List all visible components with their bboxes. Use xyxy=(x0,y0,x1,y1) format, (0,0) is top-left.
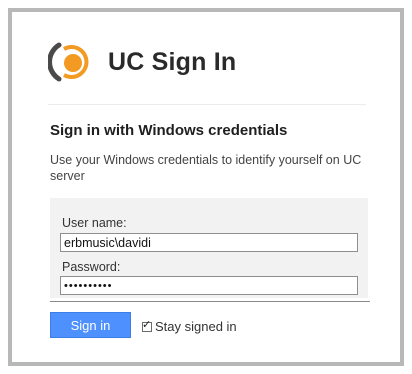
section-heading: Sign in with Windows credentials xyxy=(50,122,288,139)
sign-in-button[interactable]: Sign in xyxy=(50,312,131,338)
sign-in-dialog: UC Sign In Sign in with Windows credenti… xyxy=(8,8,404,366)
dialog-header: UC Sign In xyxy=(48,38,236,86)
stay-signed-in-toggle[interactable]: ✓ Stay signed in xyxy=(142,318,237,334)
username-label: User name: xyxy=(62,216,127,230)
section-description: Use your Windows credentials to identify… xyxy=(50,153,362,183)
check-icon: ✓ xyxy=(142,317,152,331)
page-title: UC Sign In xyxy=(108,47,237,76)
stay-signed-in-label: Stay signed in xyxy=(155,319,237,334)
username-field[interactable] xyxy=(60,233,358,252)
header-divider xyxy=(48,104,366,105)
password-field[interactable] xyxy=(60,276,358,295)
credentials-form: User name: Password: xyxy=(50,198,368,298)
form-divider xyxy=(50,301,370,302)
stay-signed-in-checkbox[interactable]: ✓ xyxy=(142,318,152,332)
uc-logo-icon xyxy=(48,39,94,85)
password-label: Password: xyxy=(62,260,121,274)
